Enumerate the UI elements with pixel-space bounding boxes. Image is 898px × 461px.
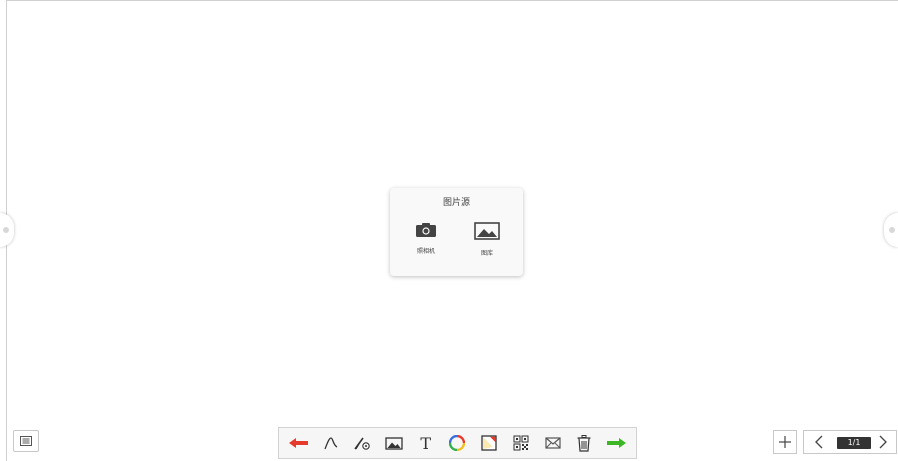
text-button[interactable]: T — [415, 432, 437, 454]
qrcode-icon — [513, 435, 529, 451]
plus-icon — [779, 436, 791, 448]
gallery-option[interactable]: 图库 — [462, 222, 512, 262]
popup-title: 图片源 — [442, 198, 470, 208]
image-icon — [385, 436, 403, 450]
handle-dot-icon — [889, 227, 895, 233]
pen-gear-icon — [354, 437, 371, 450]
drawing-toolbar: T — [278, 427, 637, 459]
undo-button[interactable] — [288, 432, 310, 454]
image-button[interactable] — [383, 432, 405, 454]
chevron-right-icon — [879, 435, 887, 449]
handle-dot-icon — [3, 227, 9, 233]
redo-button[interactable] — [605, 432, 627, 454]
mail-icon — [545, 437, 561, 449]
menu-button[interactable] — [13, 430, 39, 452]
color-ring-icon — [449, 435, 466, 451]
delete-button[interactable] — [573, 432, 595, 454]
trash-icon — [577, 434, 591, 452]
green-arrow-right-icon — [607, 438, 627, 448]
pen-settings-button[interactable] — [351, 432, 373, 454]
background-button[interactable] — [478, 432, 500, 454]
image-source-popup: 图片源 照相机 图库 — [390, 188, 523, 276]
camera-option[interactable]: 照相机 — [401, 222, 451, 262]
prev-page-button[interactable] — [808, 431, 830, 453]
page-navigator: 1/1 — [803, 430, 897, 454]
list-icon — [20, 436, 32, 446]
camera-label: 照相机 — [416, 248, 435, 255]
chevron-left-icon — [815, 435, 823, 449]
color-button[interactable] — [446, 432, 468, 454]
text-icon: T — [420, 433, 432, 453]
add-page-button[interactable] — [773, 430, 797, 454]
qrcode-button[interactable] — [510, 432, 532, 454]
next-page-button[interactable] — [872, 431, 894, 453]
pen-button[interactable] — [320, 432, 342, 454]
red-arrow-left-icon — [288, 438, 308, 448]
background-icon — [481, 435, 497, 451]
gallery-icon — [474, 222, 500, 240]
camera-icon — [416, 223, 436, 237]
pen-stroke-icon — [323, 437, 337, 450]
gallery-label: 图库 — [480, 250, 493, 257]
mail-button[interactable] — [542, 432, 564, 454]
page-indicator: 1/1 — [837, 437, 871, 449]
